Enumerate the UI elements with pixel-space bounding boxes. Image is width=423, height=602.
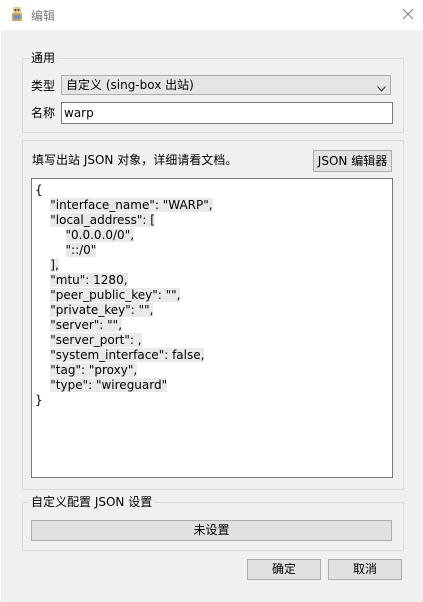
ok-button[interactable]: 确定 (247, 559, 321, 580)
code-line: "local_address": [ (50, 213, 155, 227)
window-title: 编辑 (31, 9, 56, 23)
json-editor-button[interactable]: JSON 编辑器 (313, 150, 392, 172)
code-line: "type": "wireguard" (50, 378, 168, 392)
app-icon (9, 6, 25, 22)
general-group-title: 通用 (29, 51, 58, 65)
cancel-button[interactable]: 取消 (328, 559, 402, 580)
name-input[interactable]: warp (61, 102, 393, 124)
window-border (0, 30, 1, 602)
title-bar: 编辑 (0, 0, 423, 30)
close-icon[interactable] (393, 0, 423, 30)
custom-config-button[interactable]: 未设置 (31, 520, 392, 541)
json-editor[interactable]: { "interface_name": "WARP", "local_addre… (31, 178, 393, 478)
code-line: "peer_public_key": "", (50, 288, 181, 302)
chevron-down-icon (377, 81, 386, 92)
code-line: "tag": "proxy", (50, 363, 138, 377)
json-instruction: 填写出站 JSON 对象，详细请看文档。 (32, 153, 238, 167)
code-line: ], (50, 258, 59, 272)
type-select[interactable]: 自定义 (sing-box 出站) (61, 75, 391, 95)
type-label: 类型 (31, 79, 56, 93)
custom-config-group-title: 自定义配置 JSON 设置 (29, 495, 155, 509)
code-line: "interface_name": "WARP", (50, 198, 213, 212)
code-line: "server": "", (50, 318, 123, 332)
code-line: { (35, 183, 43, 197)
code-line: "mtu": 1280, (50, 273, 128, 287)
name-input-value: warp (64, 106, 94, 120)
code-line: "::/0" (65, 243, 97, 257)
code-line: } (35, 393, 43, 407)
code-line: "system_interface": false, (50, 348, 205, 362)
code-line: "server_port": , (50, 333, 142, 347)
type-select-value: 自定义 (sing-box 出站) (66, 78, 194, 92)
code-line: "private_key": "", (50, 303, 154, 317)
code-line: "0.0.0.0/0", (65, 228, 135, 242)
name-label: 名称 (31, 106, 56, 120)
